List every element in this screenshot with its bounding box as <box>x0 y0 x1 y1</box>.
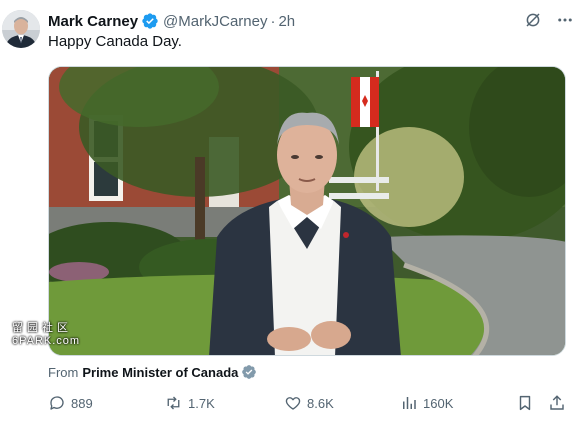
reply-button[interactable]: 889 <box>48 394 93 412</box>
watermark: 留园社区 6PARK.com <box>12 322 80 348</box>
tweet-top-actions <box>524 11 574 29</box>
avatar-image <box>2 10 40 48</box>
more-icon[interactable] <box>556 11 574 29</box>
repost-count: 1.7K <box>188 395 215 411</box>
author-handle[interactable]: @MarkJCarney <box>163 13 267 30</box>
avatar[interactable] <box>2 10 40 48</box>
tweet-header: Mark Carney @MarkJCarney · 2h <box>48 11 295 31</box>
reply-icon <box>50 396 64 410</box>
bookmark-button[interactable] <box>516 394 539 412</box>
reply-count: 889 <box>71 395 93 411</box>
watermark-line2: 6PARK.com <box>12 335 81 347</box>
views-count: 160K <box>423 395 454 411</box>
watermark-line1: 留园社区 <box>12 322 72 334</box>
share-icon <box>550 395 564 410</box>
separator-dot: · <box>270 12 276 30</box>
tweet-media-video[interactable] <box>48 66 566 356</box>
heart-icon <box>285 397 301 410</box>
grok-icon[interactable] <box>524 11 542 29</box>
views-button[interactable]: 160K <box>400 394 453 412</box>
timestamp[interactable]: 2h <box>278 13 295 30</box>
verified-badge-icon[interactable] <box>141 12 159 30</box>
video-thumbnail <box>49 67 565 355</box>
like-button[interactable]: 8.6K <box>284 394 334 412</box>
author-name[interactable]: Mark Carney <box>48 13 138 30</box>
tweet-text: Happy Canada Day. <box>48 33 182 50</box>
affiliate-badge-icon <box>242 365 257 379</box>
source-attribution: From Prime Minister of Canada <box>48 364 257 380</box>
repost-icon <box>167 396 180 410</box>
share-button[interactable] <box>548 394 571 412</box>
like-count: 8.6K <box>307 395 334 411</box>
repost-button[interactable]: 1.7K <box>164 394 215 412</box>
bookmark-icon <box>519 395 531 411</box>
source-org-link[interactable]: Prime Minister of Canada <box>82 365 238 380</box>
views-icon <box>403 397 416 409</box>
source-prefix: From <box>48 364 79 380</box>
tweet-action-bar: 889 1.7K 8.6K 160K <box>48 392 568 416</box>
